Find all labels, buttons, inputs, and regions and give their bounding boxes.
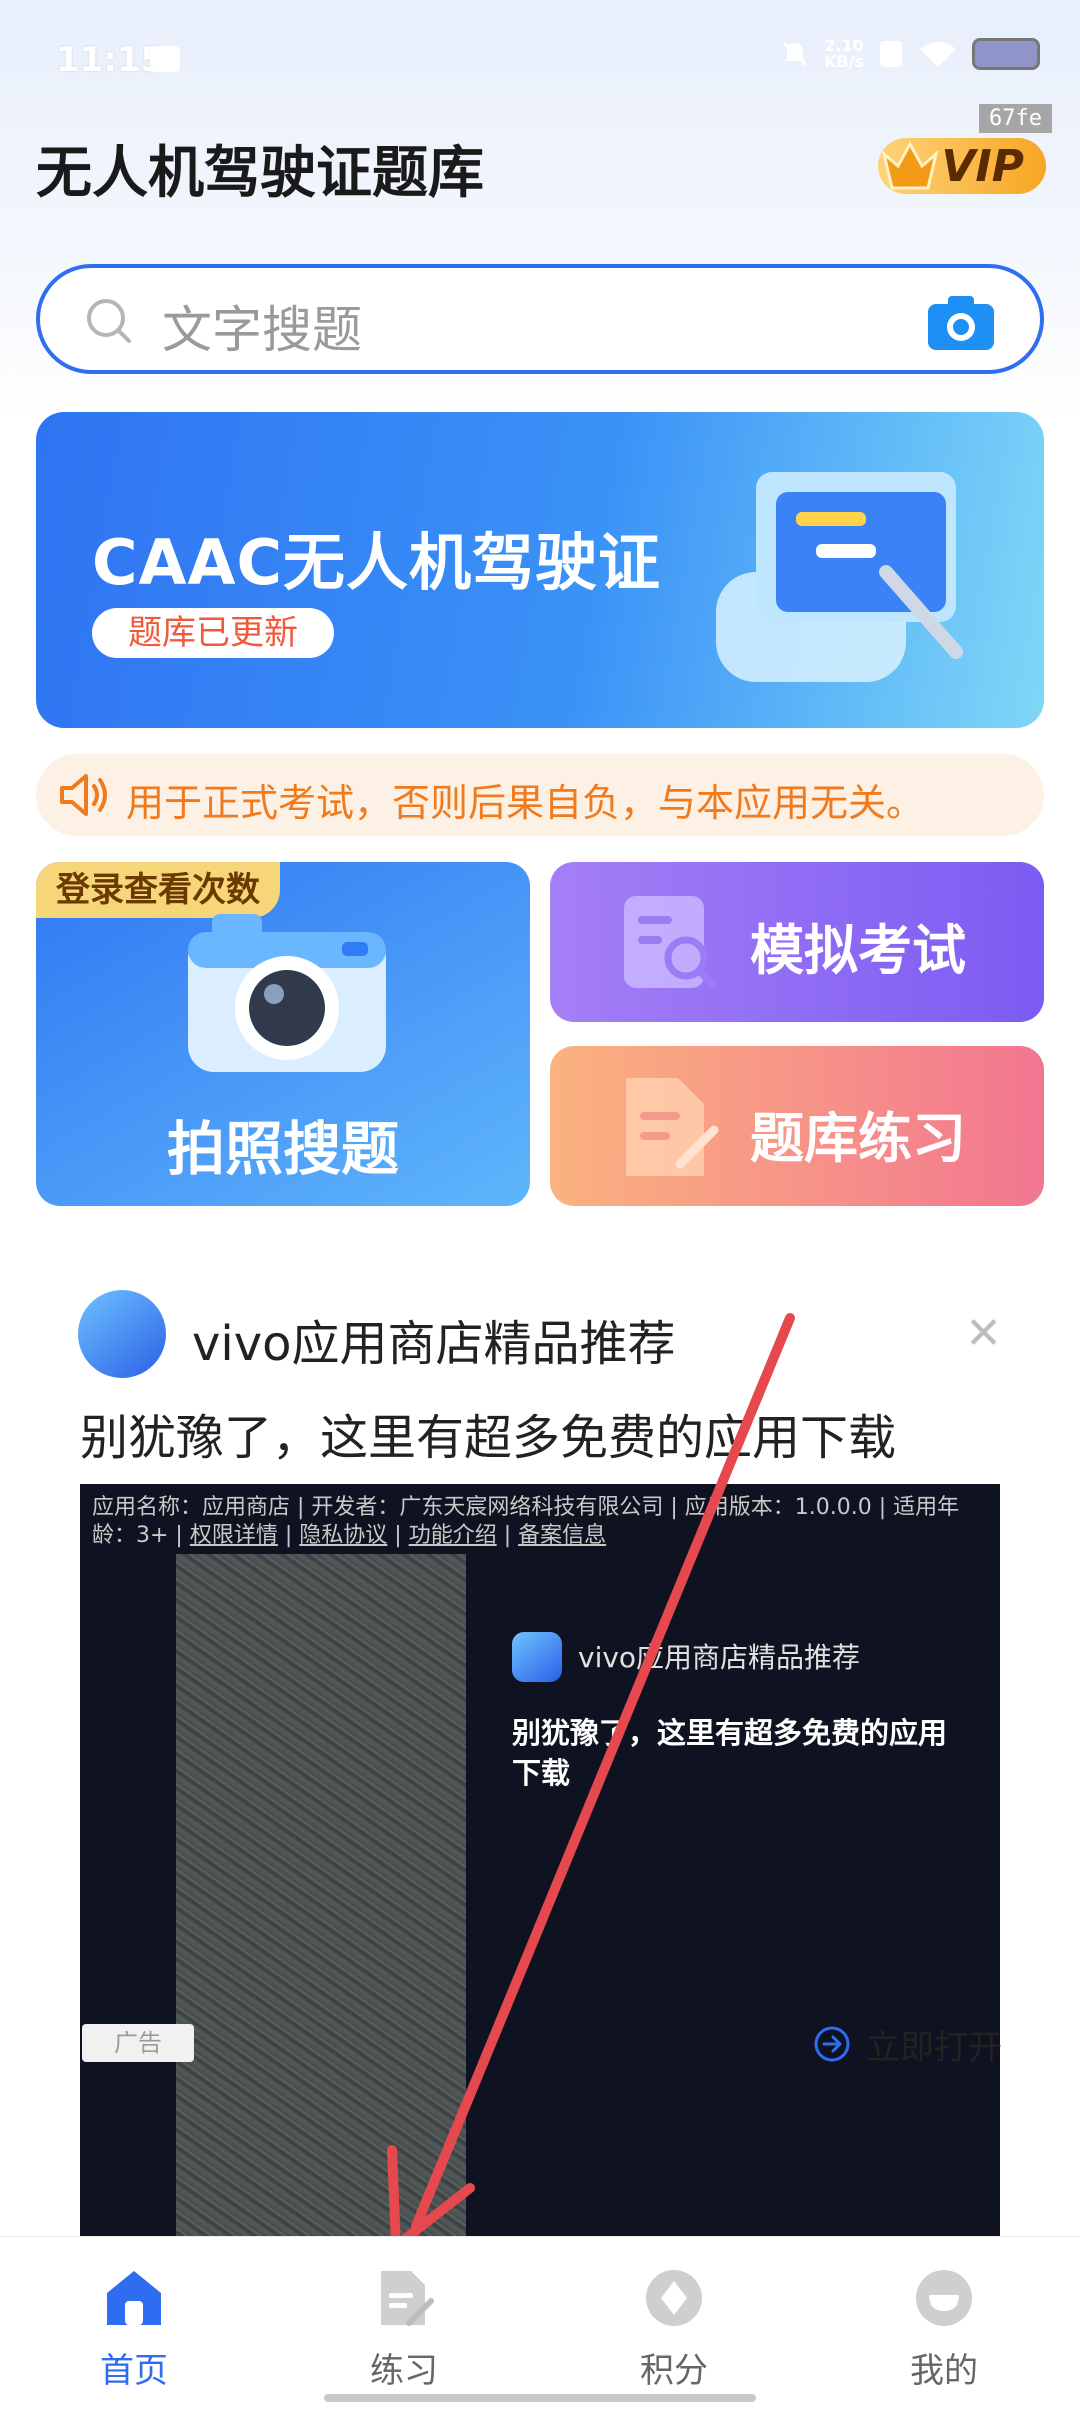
home-indicator[interactable] <box>324 2394 756 2402</box>
tab-points[interactable]: 积分 <box>584 2267 764 2392</box>
camera-icon <box>188 914 386 1072</box>
app-store-inner-logo-icon <box>512 1632 562 1682</box>
satellite-map-image <box>176 1554 466 2244</box>
ad-card[interactable]: vivo应用商店精品推荐 ✕ 别犹豫了，这里有超多免费的应用下载 应用名称：应用… <box>36 1246 1044 2244</box>
features-link[interactable]: 功能介绍 <box>409 1523 497 1548</box>
banner-title: CAAC无人机驾驶证 <box>92 526 661 599</box>
search-bar[interactable]: 文字搜题 <box>36 264 1044 374</box>
privacy-link[interactable]: 隐私协议 <box>299 1523 387 1548</box>
promo-banner[interactable]: CAAC无人机驾驶证 题库已更新 <box>36 412 1044 728</box>
sim-icon <box>880 41 902 67</box>
question-bank-practice-label: 题库练习 <box>750 1107 966 1170</box>
photo-search-card[interactable]: 登录查看次数 拍照搜题 <box>36 862 530 1206</box>
notice-bar: 用于正式考试，否则后果自负，与本应用无关。 <box>36 754 1044 836</box>
question-bank-practice-card[interactable]: 题库练习 <box>550 1046 1044 1206</box>
tab-label: 首页 <box>100 2351 168 2391</box>
page-title: 无人机驾驶证题库 <box>36 141 484 206</box>
speaker-icon <box>60 774 107 816</box>
battery-icon <box>972 38 1040 70</box>
document-illustration-icon <box>716 472 963 682</box>
open-now-button[interactable]: 立即打开 <box>866 2020 1002 2069</box>
status-icons: 2.10 KB/s <box>780 38 1040 70</box>
status-time: 11:15 <box>56 40 165 80</box>
points-icon <box>646 2270 702 2326</box>
close-icon[interactable]: ✕ <box>965 1308 1002 1359</box>
home-icon <box>107 2271 161 2325</box>
wifi-icon <box>920 42 956 67</box>
vip-button[interactable]: VIP <box>878 138 1046 194</box>
practice-document-icon <box>626 1078 719 1176</box>
ad-inner-title: vivo应用商店精品推荐 <box>578 1641 861 1674</box>
debug-overlay-label: 67fe <box>979 104 1052 133</box>
ad-title: vivo应用商店精品推荐 <box>192 1316 676 1372</box>
camera-search-icon[interactable] <box>926 292 996 352</box>
permissions-link[interactable]: 权限详情 <box>190 1523 278 1548</box>
message-notification-icon <box>150 46 180 72</box>
vip-crown-icon <box>881 140 939 190</box>
ad-video[interactable]: 应用名称：应用商店 | 开发者：广东天宸网络科技有限公司 | 应用版本：1.0.… <box>80 1484 1000 2244</box>
vip-label: VIP <box>941 140 1024 192</box>
exam-document-icon <box>624 896 718 990</box>
net-speed: 2.10 KB/s <box>824 36 864 71</box>
ad-inner-text: 别犹豫了，这里有超多免费的应用 <box>512 1716 948 1750</box>
tab-label: 积分 <box>640 2351 708 2391</box>
search-input[interactable]: 文字搜题 <box>162 290 362 362</box>
ad-inner-text: 下载 <box>512 1756 571 1790</box>
ad-tag: 广告 <box>82 2024 194 2062</box>
bottom-tab-bar: 首页 练习 积分 我的 <box>0 2236 1080 2409</box>
photo-search-label: 拍照搜题 <box>166 1115 399 1183</box>
profile-icon <box>916 2270 972 2326</box>
tab-home[interactable]: 首页 <box>44 2267 224 2392</box>
tab-profile[interactable]: 我的 <box>854 2267 1034 2392</box>
mute-bell-icon <box>782 41 808 67</box>
filing-link[interactable]: 备案信息 <box>518 1523 606 1548</box>
mock-exam-card[interactable]: 模拟考试 <box>550 862 1044 1022</box>
search-icon <box>87 299 131 343</box>
tab-label: 练习 <box>370 2351 438 2391</box>
app-store-logo-icon <box>78 1290 166 1378</box>
ad-subtitle: 别犹豫了，这里有超多免费的应用下载 <box>80 1410 897 1466</box>
ad-app-info: 应用名称：应用商店 | 开发者：广东天宸网络科技有限公司 | 应用版本：1.0.… <box>92 1495 960 1548</box>
notice-text: 用于正式考试，否则后果自负，与本应用无关。 <box>126 781 925 825</box>
practice-icon <box>381 2271 434 2326</box>
mock-exam-label: 模拟考试 <box>750 919 966 982</box>
login-view-count-tag[interactable]: 登录查看次数 <box>36 862 280 918</box>
banner-tag: 题库已更新 <box>92 608 334 658</box>
tab-label: 我的 <box>910 2351 978 2391</box>
open-arrow-icon[interactable] <box>812 2024 852 2064</box>
tab-practice[interactable]: 练习 <box>314 2267 494 2392</box>
